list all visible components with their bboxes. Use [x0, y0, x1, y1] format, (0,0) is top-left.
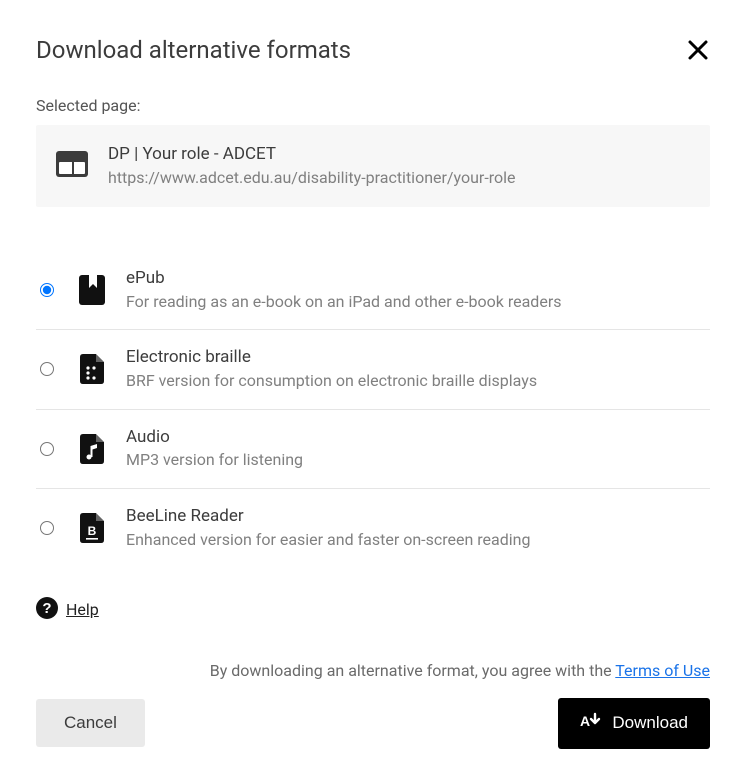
radio-beeline[interactable] [40, 521, 54, 535]
option-label: Audio [126, 426, 303, 450]
dialog-title: Download alternative formats [36, 36, 351, 64]
radio-epub[interactable] [40, 283, 54, 297]
svg-text:A: A [580, 713, 590, 729]
help-icon: ? [36, 597, 58, 623]
terms-prefix: By downloading an alternative format, yo… [210, 661, 616, 680]
selected-page-label: Selected page: [36, 96, 710, 115]
option-description: BRF version for consumption on electroni… [126, 370, 537, 392]
close-icon [686, 38, 710, 62]
selected-page-title: DP | Your role - ADCET [108, 143, 516, 167]
beeline-file-icon: B [78, 513, 106, 543]
download-icon: A [580, 712, 602, 735]
option-label: Electronic braille [126, 346, 537, 370]
download-button[interactable]: A Download [558, 698, 710, 749]
selected-page-panel: DP | Your role - ADCET https://www.adcet… [36, 125, 710, 207]
option-audio[interactable]: Audio MP3 version for listening [36, 410, 710, 489]
selected-page-url: https://www.adcet.edu.au/disability-prac… [108, 167, 516, 189]
option-description: For reading as an e-book on an iPad and … [126, 291, 562, 313]
option-braille[interactable]: Electronic braille BRF version for consu… [36, 330, 710, 409]
option-description: MP3 version for listening [126, 449, 303, 471]
radio-audio[interactable] [40, 442, 54, 456]
audio-file-icon [78, 434, 106, 464]
download-button-label: Download [612, 713, 688, 733]
webpage-icon [56, 151, 88, 181]
option-label: BeeLine Reader [126, 505, 530, 529]
option-epub[interactable]: ePub For reading as an e-book on an iPad… [36, 251, 710, 330]
terms-text: By downloading an alternative format, yo… [36, 661, 710, 680]
option-beeline[interactable]: B BeeLine Reader Enhanced version for ea… [36, 489, 710, 567]
terms-of-use-link[interactable]: Terms of Use [615, 661, 710, 680]
option-label: ePub [126, 267, 562, 291]
close-button[interactable] [686, 38, 710, 62]
option-description: Enhanced version for easier and faster o… [126, 529, 530, 551]
braille-file-icon [78, 354, 106, 384]
format-options-list: ePub For reading as an e-book on an iPad… [36, 251, 710, 567]
cancel-button[interactable]: Cancel [36, 699, 145, 747]
svg-text:B: B [88, 524, 97, 538]
help-link[interactable]: Help [66, 600, 99, 619]
epub-icon [78, 275, 106, 305]
svg-text:?: ? [42, 600, 51, 617]
radio-braille[interactable] [40, 362, 54, 376]
